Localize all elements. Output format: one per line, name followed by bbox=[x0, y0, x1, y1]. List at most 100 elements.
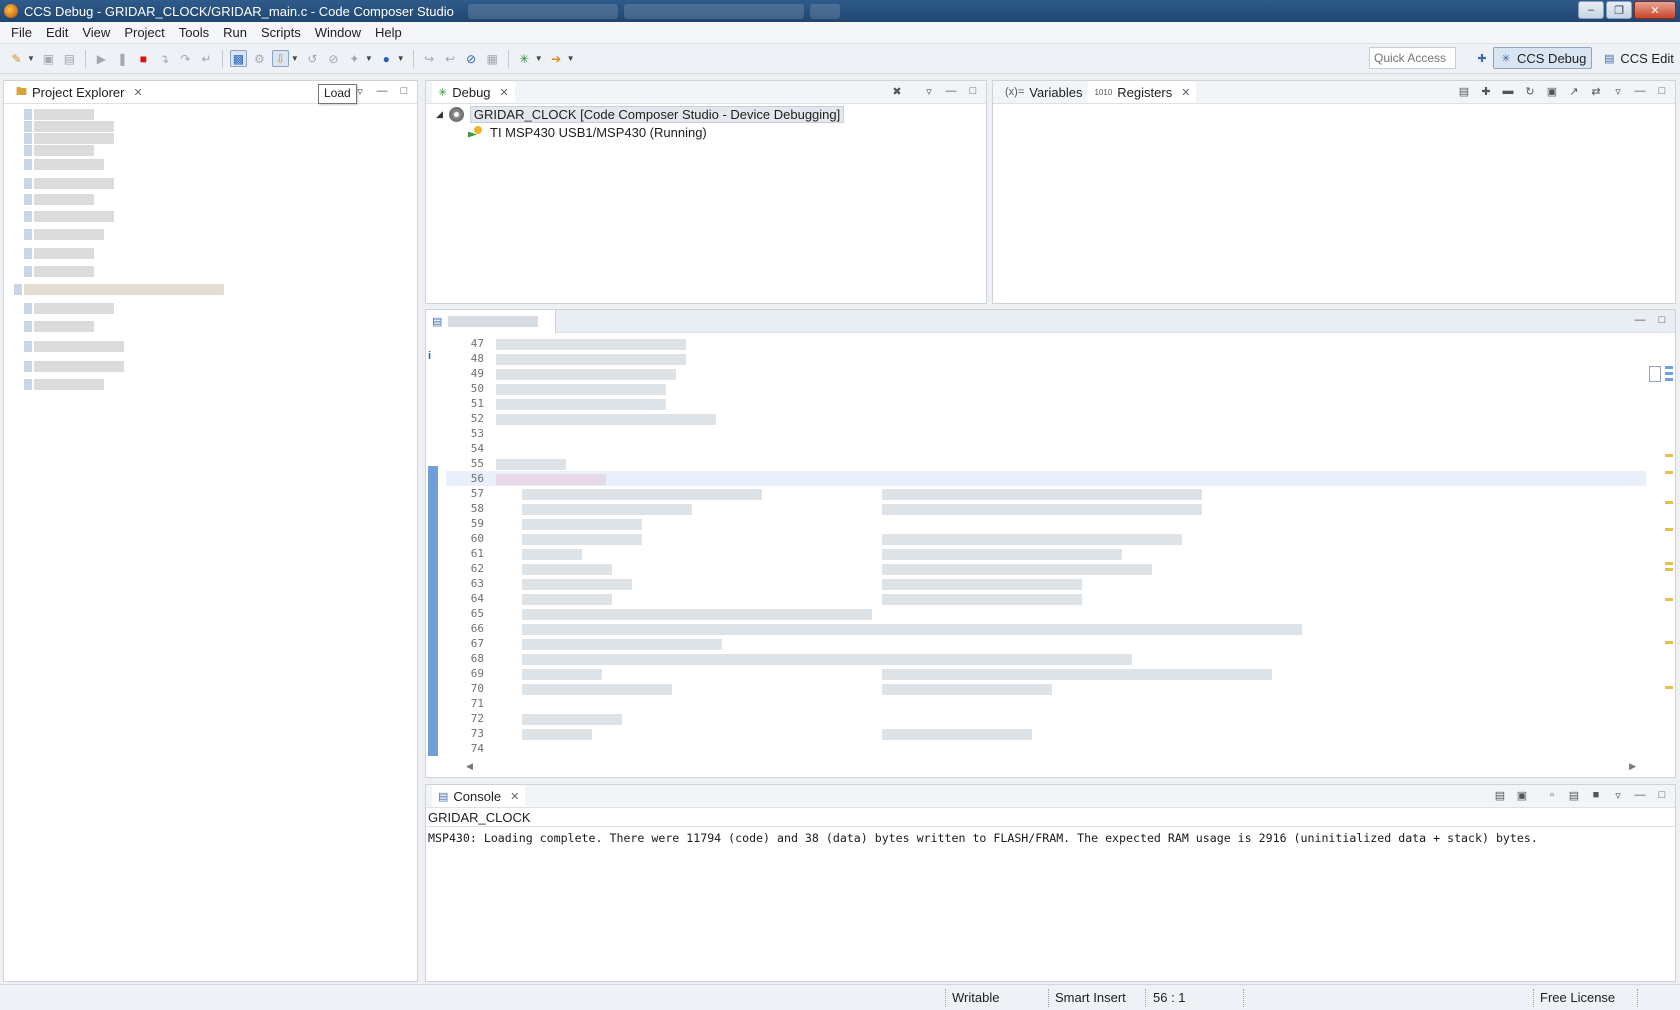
step-into-icon[interactable]: ↴ bbox=[156, 50, 173, 67]
restore-button[interactable]: ❐ bbox=[1606, 1, 1632, 19]
pin-console-icon[interactable]: ▫ bbox=[1545, 788, 1559, 802]
save-icon[interactable]: ▣ bbox=[40, 50, 57, 67]
quick-access-input[interactable] bbox=[1369, 47, 1456, 69]
editor-tab-blurred[interactable]: ▤ bbox=[426, 310, 556, 333]
view-menu-icon[interactable]: ▿ bbox=[1611, 84, 1625, 98]
assembly-step-over-icon[interactable]: ↩ bbox=[442, 50, 459, 67]
remove-icon[interactable]: ▬ bbox=[1501, 84, 1515, 98]
perspective-ccs-edit[interactable]: ▤ CCS Edit bbox=[1596, 47, 1679, 69]
overview-marker[interactable] bbox=[1665, 562, 1673, 565]
tree-item-blurred[interactable] bbox=[24, 321, 94, 332]
scroll-lock-icon[interactable]: ▣ bbox=[1515, 788, 1529, 802]
terminate-icon[interactable]: ■ bbox=[135, 50, 152, 67]
tab-console[interactable]: ▤ Console ✕ bbox=[432, 785, 526, 807]
maximize-icon[interactable]: □ bbox=[1655, 84, 1669, 98]
debug-bug-icon[interactable]: ✳ bbox=[516, 50, 533, 67]
overview-marker[interactable] bbox=[1665, 568, 1673, 571]
maximize-icon[interactable]: □ bbox=[1655, 788, 1669, 802]
menu-project[interactable]: Project bbox=[117, 25, 171, 40]
menu-edit[interactable]: Edit bbox=[39, 25, 75, 40]
close-window-button[interactable]: ✕ bbox=[1634, 1, 1676, 19]
tree-item-blurred[interactable] bbox=[24, 379, 104, 390]
memory-browser-icon[interactable]: ▦ bbox=[484, 50, 501, 67]
tab-variables[interactable]: (x)= Variables bbox=[999, 81, 1088, 103]
debug-settings-dropdown-icon[interactable]: ▼ bbox=[397, 54, 405, 63]
restart-icon[interactable]: ↺ bbox=[304, 50, 321, 67]
overview-marker[interactable] bbox=[1665, 471, 1673, 474]
editor-horizontal-scrollbar[interactable]: ◀ ▶ bbox=[466, 761, 1636, 773]
view-menu-icon[interactable]: ▿ bbox=[1611, 788, 1625, 802]
tree-item-blurred[interactable] bbox=[24, 361, 124, 372]
close-icon[interactable]: ✕ bbox=[500, 86, 509, 99]
refresh-icon[interactable]: ↻ bbox=[1523, 84, 1537, 98]
tree-item-blurred[interactable] bbox=[24, 121, 114, 132]
external-tools-icon[interactable]: ➔ bbox=[548, 50, 565, 67]
load-program-icon[interactable]: ⇩ bbox=[271, 50, 289, 67]
save-all-icon[interactable]: ▤ bbox=[61, 50, 78, 67]
step-over-icon[interactable]: ↷ bbox=[177, 50, 194, 67]
menu-run[interactable]: Run bbox=[216, 25, 254, 40]
sync-icon[interactable]: ⇄ bbox=[1589, 84, 1603, 98]
code-area-blurred[interactable] bbox=[492, 336, 1612, 756]
tree-item-blurred[interactable] bbox=[24, 145, 94, 156]
overview-marker[interactable] bbox=[1665, 501, 1673, 504]
connect-target-icon[interactable]: ▩ bbox=[229, 50, 247, 67]
tree-item-blurred[interactable] bbox=[24, 303, 114, 314]
reset-icon[interactable]: ⚙ bbox=[251, 50, 268, 67]
load-dropdown-icon[interactable]: ▼ bbox=[291, 54, 299, 63]
close-icon[interactable]: ✕ bbox=[1181, 86, 1190, 99]
view-menu-icon[interactable]: ▿ bbox=[922, 84, 936, 98]
tree-item-blurred[interactable] bbox=[24, 248, 94, 259]
menu-scripts[interactable]: Scripts bbox=[254, 25, 308, 40]
maximize-icon[interactable]: □ bbox=[1655, 313, 1669, 327]
remove-terminated-icon[interactable]: ✖ bbox=[890, 84, 904, 98]
tab-project-explorer[interactable]: 🖿 Project Explorer ✕ bbox=[10, 81, 149, 103]
display-console-icon[interactable]: ▤ bbox=[1567, 788, 1581, 802]
suspend-icon[interactable]: ❚ bbox=[114, 50, 131, 67]
breakpoint-icon[interactable]: ✦ bbox=[346, 50, 363, 67]
debug-session-row[interactable]: ◢ GRIDAR_CLOCK [Code Composer Studio - D… bbox=[436, 106, 845, 123]
tree-item-blurred[interactable] bbox=[24, 178, 114, 189]
minimize-icon[interactable]: — bbox=[1633, 84, 1647, 98]
menu-help[interactable]: Help bbox=[368, 25, 409, 40]
resume-icon[interactable]: ▶ bbox=[93, 50, 110, 67]
minimize-icon[interactable]: — bbox=[944, 84, 958, 98]
debug-dropdown-icon[interactable]: ▼ bbox=[535, 54, 543, 63]
overview-marker[interactable] bbox=[1665, 528, 1673, 531]
open-console-icon[interactable]: ■ bbox=[1589, 788, 1603, 802]
maximize-icon[interactable]: □ bbox=[966, 84, 980, 98]
minimize-icon[interactable]: — bbox=[1633, 788, 1647, 802]
pin-icon[interactable]: ↗ bbox=[1567, 84, 1581, 98]
tree-item-blurred[interactable] bbox=[24, 229, 104, 240]
close-icon[interactable]: ✕ bbox=[133, 86, 142, 99]
tree-item-blurred[interactable] bbox=[24, 159, 104, 170]
perspective-ccs-debug[interactable]: ✳ CCS Debug bbox=[1493, 47, 1593, 69]
menu-window[interactable]: Window bbox=[308, 25, 368, 40]
tab-debug[interactable]: ✳ Debug ✕ bbox=[432, 81, 515, 103]
maximize-icon[interactable]: □ bbox=[397, 84, 411, 98]
search-icon[interactable]: ⊘ bbox=[463, 50, 480, 67]
new-icon[interactable]: ✎ bbox=[8, 50, 25, 67]
tree-item-blurred[interactable] bbox=[24, 133, 114, 144]
minimize-icon[interactable]: — bbox=[375, 84, 389, 98]
debug-thread-row[interactable]: TI MSP430 USB1/MSP430 (Running) bbox=[468, 125, 707, 140]
scroll-left-icon[interactable]: ◀ bbox=[466, 761, 473, 772]
tab-registers[interactable]: 1010 Registers ✕ bbox=[1088, 81, 1197, 103]
new-window-icon[interactable]: ▣ bbox=[1545, 84, 1559, 98]
add-expression-icon[interactable]: ✚ bbox=[1479, 84, 1493, 98]
step-return-icon[interactable]: ↵ bbox=[198, 50, 215, 67]
editor-vertical-scrollbar[interactable] bbox=[1649, 336, 1661, 756]
tree-item-blurred[interactable] bbox=[24, 341, 124, 352]
minimize-button[interactable]: – bbox=[1578, 1, 1604, 19]
tree-item-blurred[interactable] bbox=[24, 194, 94, 205]
overview-marker[interactable] bbox=[1665, 372, 1673, 375]
overview-ruler[interactable] bbox=[1663, 336, 1675, 756]
overview-marker[interactable] bbox=[1665, 454, 1673, 457]
breakpoint-dropdown-icon[interactable]: ▼ bbox=[365, 54, 373, 63]
tree-item-blurred[interactable] bbox=[24, 109, 94, 120]
disable-breakpoints-icon[interactable]: ⊘ bbox=[325, 50, 342, 67]
show-type-icon[interactable]: ▤ bbox=[1457, 84, 1471, 98]
new-dropdown-icon[interactable]: ▼ bbox=[27, 54, 35, 63]
tree-item-blurred[interactable] bbox=[24, 266, 94, 277]
assembly-step-icon[interactable]: ↪ bbox=[421, 50, 438, 67]
